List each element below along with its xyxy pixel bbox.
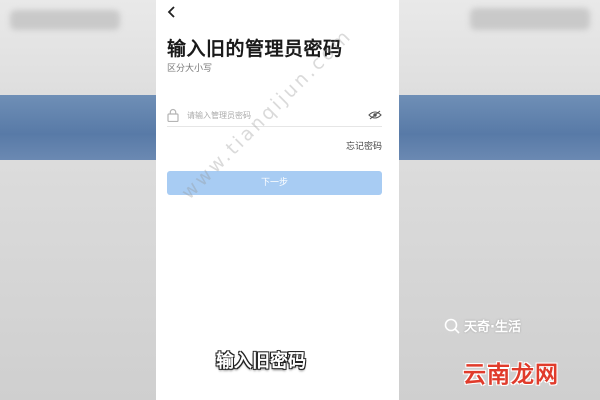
search-logo-icon (444, 318, 460, 334)
password-field-row (167, 104, 382, 127)
site-name-mark: 云南龙网 (463, 362, 559, 388)
page-title: 输入旧的管理员密码 (167, 38, 343, 60)
brand-logo-text: 天奇·生活 (464, 320, 521, 335)
admin-password-input[interactable] (187, 106, 357, 124)
back-button[interactable] (164, 6, 180, 22)
video-caption: 输入旧密码 (216, 351, 306, 372)
forgot-password-link[interactable]: 忘记密码 (346, 139, 382, 152)
background-blur-shape (10, 10, 120, 30)
chevron-left-icon (167, 6, 175, 18)
lock-icon (167, 108, 179, 122)
next-step-button[interactable]: 下一步 (167, 171, 382, 195)
eye-off-icon[interactable] (368, 110, 382, 120)
brand-logo: 天奇·生活 (444, 316, 521, 335)
case-sensitive-hint: 区分大小写 (167, 64, 213, 74)
phone-screen: 输入旧的管理员密码 区分大小写 忘记密码 下一步 (156, 0, 399, 400)
background-blur-shape (470, 8, 590, 30)
